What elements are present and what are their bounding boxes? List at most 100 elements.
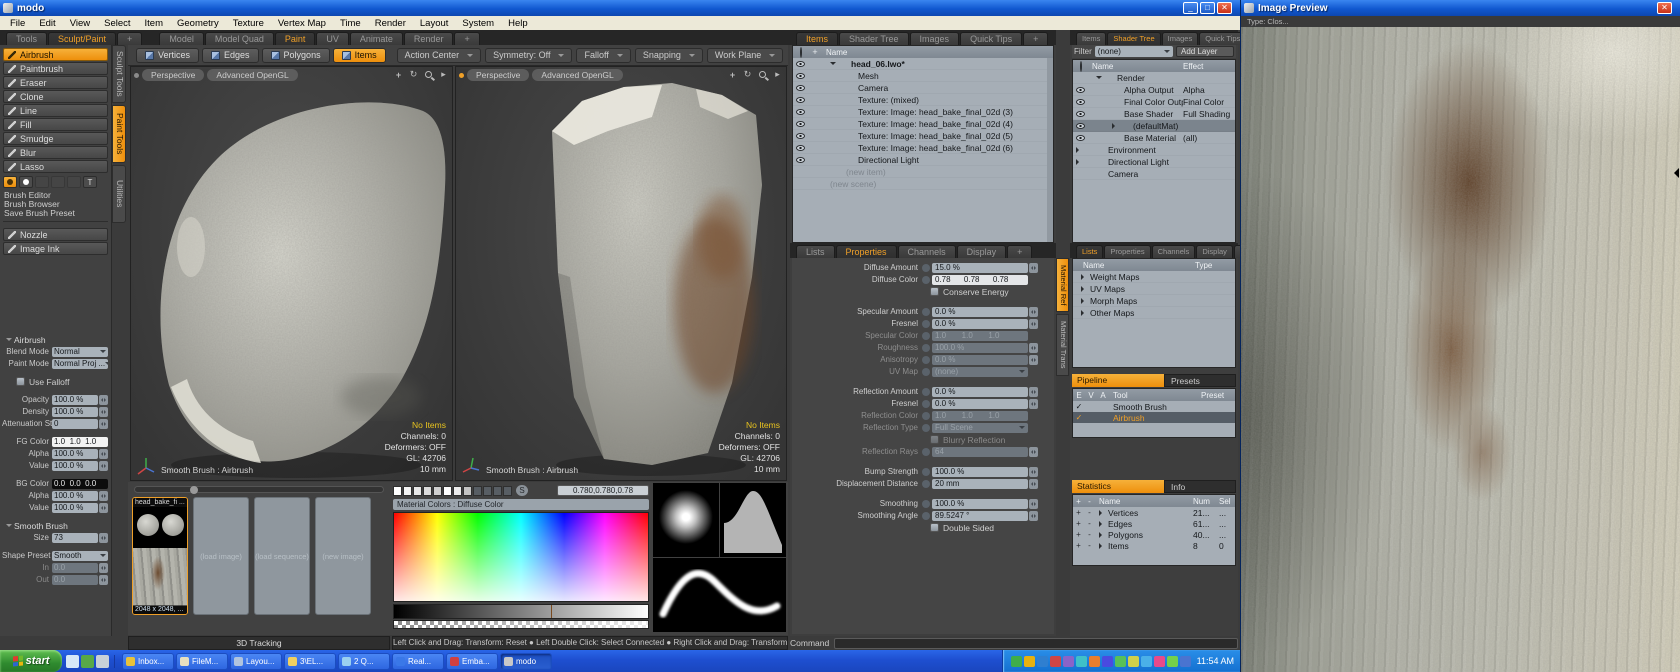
color-swatch[interactable]	[463, 486, 472, 496]
paint-tool-button[interactable]: Smudge	[3, 132, 108, 145]
statistics-row[interactable]: + - Vertices 21... ...	[1073, 507, 1235, 518]
spinner[interactable]	[1029, 343, 1038, 353]
expand-plus-button[interactable]: +	[1073, 519, 1084, 528]
visibility-eye-icon[interactable]	[1076, 87, 1085, 93]
shader-row[interactable]: Alpha Output Alpha	[1073, 84, 1235, 96]
visibility-eye-icon[interactable]	[1076, 99, 1085, 105]
extra-tool-button[interactable]: Image Ink	[3, 242, 108, 255]
expander-right-icon[interactable]	[1099, 510, 1105, 516]
minimize-button[interactable]: _	[1183, 2, 1198, 14]
visibility-eye-icon[interactable]	[796, 157, 805, 163]
panel-tab[interactable]: Shader Tree	[839, 32, 909, 45]
taskbar-app-button[interactable]: Real...	[392, 653, 444, 670]
property-field[interactable]: 0.0 %	[932, 387, 1028, 397]
zoom-icon[interactable]	[757, 69, 768, 80]
paint-tool-button[interactable]: Blur	[3, 146, 108, 159]
menu-item[interactable]: Layout	[413, 18, 456, 29]
taskbar-app-button[interactable]: 3\EL...	[284, 653, 336, 670]
viewport-more-icon[interactable]: ▸	[438, 69, 449, 80]
spinner[interactable]	[1029, 319, 1038, 329]
brush-tip-button[interactable]	[3, 176, 17, 188]
paint-tool-button[interactable]: Clone	[3, 90, 108, 103]
color-swatch[interactable]	[443, 486, 452, 496]
checkbox[interactable]	[930, 287, 939, 296]
panel-tab[interactable]: Properties	[1104, 245, 1150, 258]
preview-titlebar[interactable]: Image Preview ✕	[1241, 0, 1680, 16]
color-swatch[interactable]	[503, 486, 512, 496]
collapse-minus-button[interactable]: -	[1084, 519, 1095, 528]
reset-button[interactable]	[922, 400, 930, 408]
item-row[interactable]: Texture: Image: head_bake_final_02d (5)	[793, 130, 1053, 142]
map-list-row[interactable]: UV Maps	[1073, 283, 1235, 295]
panel-tab[interactable]: Channels	[1152, 245, 1196, 258]
expander-right-icon[interactable]	[1076, 159, 1082, 165]
spinner[interactable]	[1029, 307, 1038, 317]
toolbar-dropdown[interactable]: Work Plane	[707, 48, 783, 63]
sidebar-link[interactable]: Brush Editor	[4, 191, 107, 199]
property-field[interactable]: 64	[932, 447, 1028, 457]
viewport-more-icon[interactable]: ▸	[772, 69, 783, 80]
collapse-minus-button[interactable]: -	[1084, 541, 1095, 550]
taskbar-app-button[interactable]: FileM...	[176, 653, 228, 670]
visibility-eye-icon[interactable]	[796, 97, 805, 103]
enabled-checkmark[interactable]: ✓	[1073, 402, 1085, 411]
spinner[interactable]	[99, 449, 108, 459]
pipeline-header[interactable]: Pipeline	[1072, 374, 1164, 387]
spinner[interactable]	[1029, 387, 1038, 397]
item-row[interactable]: Texture: Image: head_bake_final_02d (3)	[793, 106, 1053, 118]
workspace-tab[interactable]: Model Quad	[205, 32, 274, 45]
tray-icon[interactable]	[1141, 656, 1152, 667]
selection-mode-button[interactable]: Edges	[202, 48, 259, 63]
tray-icon[interactable]	[1037, 656, 1048, 667]
workspace-tab[interactable]: UV	[316, 32, 349, 45]
property-field[interactable]: 89.5247 °	[932, 511, 1028, 521]
paint-tool-button[interactable]: Line	[3, 104, 108, 117]
expand-plus-button[interactable]: +	[1073, 508, 1084, 517]
tray-icon[interactable]	[1128, 656, 1139, 667]
field-value[interactable]: 0.0	[52, 575, 98, 585]
expander-right-icon[interactable]	[1076, 147, 1082, 153]
field-value[interactable]: Smooth	[52, 551, 108, 561]
panel-tab[interactable]: Properties	[836, 245, 897, 258]
spinner[interactable]	[1029, 399, 1038, 409]
item-row[interactable]: Mesh	[793, 70, 1053, 82]
spinner[interactable]	[99, 503, 108, 513]
brush-tip-button[interactable]: T	[83, 176, 97, 188]
menu-item[interactable]: Item	[138, 18, 170, 29]
viewport-projection-pill[interactable]: Perspective	[467, 69, 529, 81]
tray-icon[interactable]	[1063, 656, 1074, 667]
panel-tab[interactable]: Images	[910, 32, 960, 45]
menu-item[interactable]: Render	[368, 18, 413, 29]
workspace-tab[interactable]: Render	[404, 32, 454, 45]
group-expander-icon[interactable]	[6, 524, 12, 530]
property-field[interactable]: 0.0 %	[932, 307, 1028, 317]
value-gradient-bar[interactable]	[393, 604, 649, 619]
slider-knob[interactable]	[190, 486, 198, 494]
spinner[interactable]	[1029, 499, 1038, 509]
property-field[interactable]: 20 mm	[932, 479, 1028, 489]
panel-tab[interactable]: Lists	[1076, 245, 1103, 258]
shader-row[interactable]: (defaultMat)	[1073, 120, 1235, 132]
menu-item[interactable]: Vertex Map	[271, 18, 333, 29]
rotate-icon[interactable]: ↻	[742, 69, 753, 80]
item-row[interactable]: Texture: (mixed)	[793, 94, 1053, 106]
panel-tab[interactable]: Shader Tree	[1107, 32, 1160, 45]
field-value[interactable]: 100.0 %	[52, 449, 98, 459]
visibility-eye-icon[interactable]	[796, 85, 805, 91]
panel-tab[interactable]: +	[1007, 245, 1032, 258]
spinner[interactable]	[1029, 479, 1038, 489]
brush-tip-button[interactable]	[67, 176, 81, 188]
hue-saturation-field[interactable]	[393, 512, 649, 602]
shader-row[interactable]: Camera	[1073, 168, 1235, 180]
group-expander-icon[interactable]	[6, 338, 12, 344]
spinner[interactable]	[99, 407, 108, 417]
expand-plus-button[interactable]: +	[1073, 541, 1084, 550]
spinner[interactable]	[99, 563, 108, 573]
taskbar-app-button[interactable]: Layou...	[230, 653, 282, 670]
start-button[interactable]: start	[0, 650, 62, 672]
viewport-menu-dot[interactable]	[459, 73, 464, 78]
paint-tool-button[interactable]: Lasso	[3, 160, 108, 173]
statistics-row[interactable]: + - Edges 61... ...	[1073, 518, 1235, 529]
rotate-icon[interactable]: ↻	[408, 69, 419, 80]
thumbnail-size-slider[interactable]	[134, 486, 384, 493]
